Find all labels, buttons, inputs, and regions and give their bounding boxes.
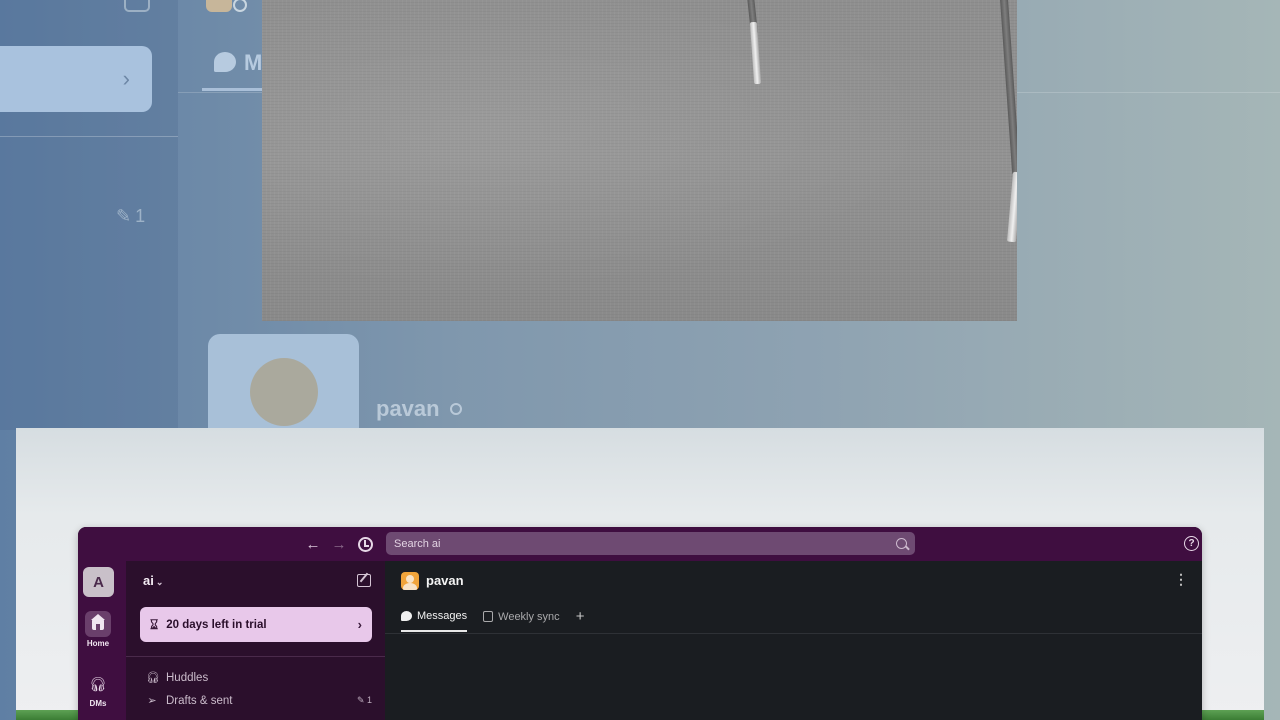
- status-ring-icon: [449, 403, 462, 415]
- rail-item-home[interactable]: Home: [82, 611, 114, 648]
- bg-divider: [0, 136, 178, 137]
- clock-icon: [357, 536, 373, 552]
- send-icon: ➢: [147, 695, 157, 707]
- bg-user-name: pavan: [376, 396, 462, 422]
- headphones-icon: 🎧︎: [89, 675, 107, 692]
- drawstring-tip-left: [749, 21, 762, 85]
- titlebar: ← → Search ai ?: [78, 527, 1202, 561]
- message-icon: [401, 610, 412, 621]
- tab-weekly-sync[interactable]: Weekly sync: [483, 611, 560, 631]
- back-arrow-icon[interactable]: ←: [303, 534, 323, 554]
- bg-small-avatar: [206, 0, 247, 12]
- bg-drafts-count: ✎ 1: [116, 206, 146, 226]
- workspace-avatar[interactable]: A: [83, 567, 114, 597]
- search-icon: [896, 538, 907, 549]
- drawstring-tip-right: [1006, 171, 1017, 243]
- trial-label: 20 days left in trial: [166, 618, 267, 631]
- more-options-icon[interactable]: ⋮: [1174, 571, 1188, 588]
- drafts-count: ✎ 1: [356, 695, 372, 705]
- trial-banner[interactable]: ⌛︎ 20 days left in trial ›: [140, 607, 372, 642]
- drawstring-right: [999, 0, 1017, 176]
- chevron-down-icon: ⌄: [155, 577, 164, 587]
- hourglass-icon: ⌛︎: [150, 616, 159, 632]
- channel-title[interactable]: pavan: [426, 573, 464, 588]
- sidebar-item-label: Drafts & sent: [166, 694, 233, 707]
- channel-sidebar: ai ⌄ ⌛︎ 20 days left in trial › 🎧︎ Huddle…: [126, 561, 385, 720]
- workspace-name-button[interactable]: ai ⌄: [143, 573, 163, 588]
- bg-avatar-circle: [250, 358, 318, 426]
- channel-view: pavan ⋮ Messages Weekly sync +: [385, 561, 1202, 720]
- tab-messages[interactable]: Messages: [401, 610, 468, 632]
- sidebar-item-huddles[interactable]: 🎧︎ Huddles: [146, 671, 372, 685]
- channel-tabs: Messages Weekly sync +: [401, 608, 584, 633]
- compose-icon[interactable]: [357, 574, 371, 587]
- rail-item-dms[interactable]: 🎧︎ DMs: [82, 671, 114, 709]
- bg-tab-underline: [202, 88, 264, 91]
- add-tab-button[interactable]: +: [576, 608, 585, 633]
- workspace-rail: A Home 🎧︎ DMs: [78, 561, 126, 720]
- bg-message-icon: [214, 52, 236, 72]
- home-icon: [91, 613, 105, 630]
- search-input[interactable]: Search ai: [386, 532, 915, 555]
- bg-tab-label: M: [244, 50, 263, 75]
- history-button[interactable]: [355, 534, 375, 554]
- forward-arrow-icon[interactable]: →: [329, 534, 349, 554]
- bg-trial-button: ›: [0, 46, 152, 112]
- bg-chevron-right-icon: ›: [122, 66, 130, 91]
- user-avatar[interactable]: [401, 572, 419, 590]
- canvas-icon: [483, 611, 494, 622]
- tabs-divider: [385, 633, 1202, 634]
- sidebar-item-label: Huddles: [166, 671, 209, 684]
- sidebar-divider: [126, 656, 385, 657]
- bg-compose-icon: [124, 0, 150, 12]
- chevron-right-icon: ›: [357, 617, 362, 632]
- rail-label-dms: DMs: [89, 699, 107, 708]
- sidebar-item-drafts[interactable]: ➢ Drafts & sent ✎ 1: [146, 694, 372, 708]
- rail-label-home: Home: [86, 639, 110, 648]
- slack-window: ← → Search ai ? A Home 🎧︎ DMs ai ⌄ ⌛︎ 20…: [78, 527, 1202, 720]
- help-icon[interactable]: ?: [1184, 536, 1199, 551]
- search-placeholder: Search ai: [394, 537, 441, 550]
- app-canvas: ← → Search ai ? A Home 🎧︎ DMs ai ⌄ ⌛︎ 20…: [16, 428, 1264, 720]
- bg-pencil-icon: ✎: [116, 206, 132, 226]
- hoodie-photo: [262, 0, 1017, 321]
- headphones-icon: 🎧︎: [146, 672, 160, 684]
